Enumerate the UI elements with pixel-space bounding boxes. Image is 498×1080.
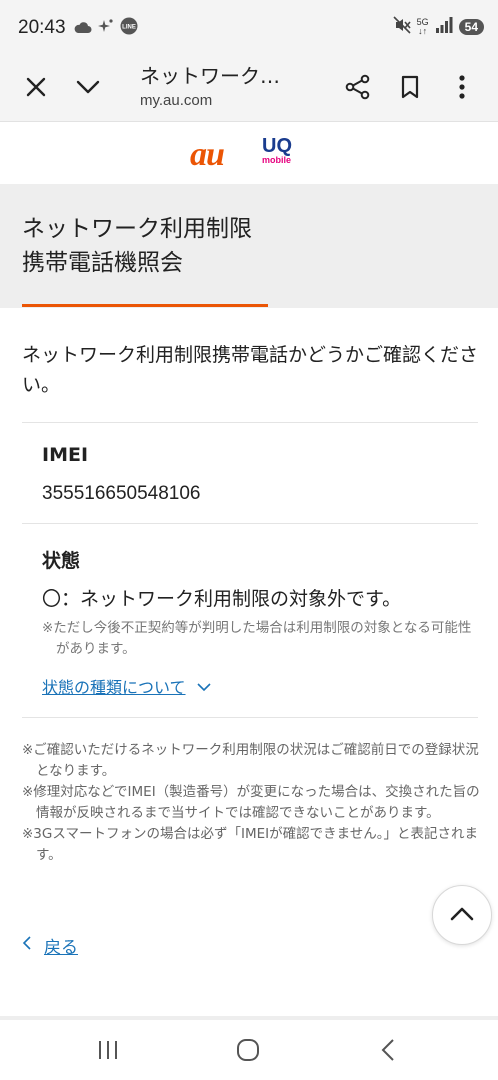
scroll-to-top-button[interactable] [432,885,492,945]
status-time: 20:43 [18,17,66,38]
au-logo[interactable]: au [190,136,225,174]
note-item: ※修理対応などでIMEI（製造番号）が変更になった場合は、交換された旨の情報が反… [22,784,480,821]
imei-value: 355516650548106 [42,483,201,504]
divider [22,422,478,423]
imei-label: IMEI [42,444,89,466]
mute-icon [393,16,411,38]
share-icon[interactable] [340,69,376,105]
signal-icon [435,17,453,37]
note-item: ※ご確認いただけるネットワーク利用制限の状況はご確認前日での登録状況となります。 [22,742,479,779]
system-nav-bar [0,1020,498,1080]
notes-section: ※ご確認いただけるネットワーク利用制限の状況はご確認前日での登録状況となります。… [22,740,482,866]
page-header: ネットワーク利用制限 携帯電話機照会 [0,184,498,308]
svg-text:LINE: LINE [122,25,136,31]
status-types-link[interactable]: 状態の種類について [42,674,212,698]
browser-toolbar: ネットワーク… my.au.com [0,52,498,122]
status-result: 〇：ネットワーク利用制限の対象外です。 [42,588,402,610]
home-icon[interactable] [230,1034,266,1066]
chevron-down-icon[interactable] [70,69,106,105]
note-item: ※3Gスマートフォンの場合は必ず「IMEIが確認できません。」と表記されます。 [22,826,478,863]
divider [22,523,478,524]
status-label: 状態 [42,550,81,572]
line-app-icon: LINE [120,17,138,39]
chevron-left-icon [22,935,32,956]
recent-apps-icon[interactable] [90,1034,126,1066]
back-icon[interactable] [370,1034,406,1066]
close-icon[interactable] [18,69,54,105]
page-title: ネットワーク利用制限 携帯電話機照会 [22,216,252,276]
chevron-up-icon [450,906,474,925]
brand-logos: au UQ mobile [0,122,498,184]
battery-indicator: 54 [458,19,484,35]
bookmark-icon[interactable] [392,69,428,105]
page-title-tab: ネットワーク… [140,64,280,88]
uq-mobile-logo[interactable]: UQ mobile [262,136,302,165]
cloud-icon [74,19,92,38]
status-bar: 20:43 LINE 5G ↓↑ 54 [0,0,498,52]
sparkle-icon [98,18,114,38]
chevron-down-icon [196,677,212,696]
back-link[interactable]: 戻る [22,933,78,958]
network-type: 5G ↓↑ [416,17,429,36]
more-icon[interactable] [444,69,480,105]
header-accent-line [22,304,268,307]
divider [22,717,478,718]
status-note: ※ただし今後不正契約等が判明した場合は利用制限の対象となる可能性があります。 [42,620,472,657]
url-text[interactable]: my.au.com [140,92,212,109]
intro-text: ネットワーク利用制限携帯電話かどうかご確認ください。 [22,344,479,396]
